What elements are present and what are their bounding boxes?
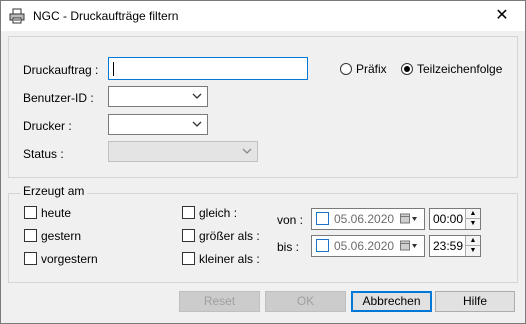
greater-label[interactable]: größer als :	[199, 229, 260, 243]
daybefore-label[interactable]: vorgestern	[41, 252, 98, 266]
to-date-value: 05.06.2020	[334, 239, 395, 253]
greater-checkbox[interactable]	[182, 229, 195, 242]
to-date-checkbox[interactable]	[316, 239, 329, 252]
chevron-down-icon	[192, 121, 202, 127]
dialog-body: Druckauftrag : Präfix Teilzeichenfolge B…	[1, 31, 525, 323]
from-label: von :	[277, 213, 304, 227]
daybefore-checkbox[interactable]	[24, 252, 37, 265]
calendar-dropdown-icon[interactable]	[400, 213, 418, 225]
to-time-field[interactable]: 23:59 ▲ ▼	[429, 235, 481, 257]
yesterday-label[interactable]: gestern	[41, 229, 81, 243]
user-label: Benutzer-ID :	[23, 91, 94, 105]
spin-up-icon[interactable]: ▲	[466, 209, 480, 219]
equal-checkbox[interactable]	[182, 206, 195, 219]
prefix-label[interactable]: Präfix	[356, 62, 387, 76]
substring-label[interactable]: Teilzeichenfolge	[417, 62, 502, 76]
chevron-down-icon	[242, 148, 252, 154]
text-caret	[113, 62, 114, 76]
today-label[interactable]: heute	[41, 206, 71, 220]
spin-up-icon[interactable]: ▲	[466, 236, 480, 246]
created-legend: Erzeugt am	[20, 184, 88, 198]
equal-label[interactable]: gleich :	[199, 206, 237, 220]
reset-button[interactable]: Reset	[179, 291, 260, 312]
today-checkbox[interactable]	[24, 206, 37, 219]
from-date-value: 05.06.2020	[334, 212, 395, 226]
chevron-down-icon	[192, 93, 202, 99]
from-date-picker[interactable]: 05.06.2020	[311, 208, 425, 230]
to-date-picker[interactable]: 05.06.2020	[311, 235, 425, 257]
from-time-spinner[interactable]: ▲ ▼	[465, 209, 480, 229]
substring-radio[interactable]	[401, 63, 413, 75]
to-time-spinner[interactable]: ▲ ▼	[465, 236, 480, 256]
job-label: Druckauftrag :	[23, 63, 99, 77]
printer-combo[interactable]	[108, 114, 208, 135]
spin-down-icon[interactable]: ▼	[466, 219, 480, 229]
calendar-dropdown-icon[interactable]	[400, 240, 418, 252]
user-combo[interactable]	[108, 86, 208, 107]
dialog-window: NGC - Druckaufträge filtern ✕ Druckauftr…	[0, 0, 526, 324]
cancel-button[interactable]: Abbrechen	[351, 291, 432, 312]
help-button[interactable]: Hilfe	[435, 291, 515, 312]
from-date-checkbox[interactable]	[316, 212, 329, 225]
radio-selected-dot	[404, 66, 410, 72]
yesterday-checkbox[interactable]	[24, 229, 37, 242]
to-label: bis :	[277, 240, 300, 254]
ok-button[interactable]: OK	[265, 291, 346, 312]
status-label: Status :	[23, 147, 64, 161]
status-combo[interactable]	[108, 141, 258, 162]
to-time-value: 23:59	[433, 239, 464, 253]
spin-down-icon[interactable]: ▼	[466, 246, 480, 256]
job-input[interactable]	[108, 57, 308, 80]
printer-icon	[9, 8, 25, 24]
less-checkbox[interactable]	[182, 252, 195, 265]
close-button[interactable]: ✕	[479, 1, 525, 31]
less-label[interactable]: kleiner als :	[199, 252, 260, 266]
from-time-value: 00:00	[433, 212, 464, 226]
printer-label: Drucker :	[23, 119, 72, 133]
prefix-radio[interactable]	[340, 63, 352, 75]
window-title: NGC - Druckaufträge filtern	[33, 9, 179, 23]
title-bar[interactable]: NGC - Druckaufträge filtern ✕	[1, 1, 525, 31]
from-time-field[interactable]: 00:00 ▲ ▼	[429, 208, 481, 230]
